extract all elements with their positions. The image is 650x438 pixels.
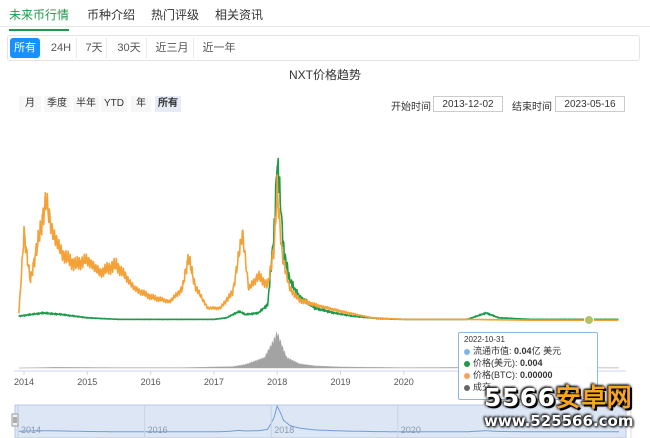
watermark-name: 安卓网 [555, 383, 633, 412]
navigator-tick-label: 2014 [21, 425, 41, 435]
x-tick-label: 2019 [330, 377, 350, 387]
x-tick-label: 2020 [394, 377, 414, 387]
x-tick-label: 2014 [14, 377, 34, 387]
usd-price-series [18, 157, 619, 321]
tooltip-row-usd: 价格(美元): 0.004 [464, 357, 592, 369]
usd-legend-dot [464, 360, 470, 367]
watermark-url: www.525566.com [484, 412, 634, 430]
x-tick-label: 2016 [141, 377, 161, 387]
btc-legend-dot [464, 372, 470, 379]
watermark-logo: 5566安卓网 [484, 378, 644, 414]
tooltip-row-value: 0.04 [514, 346, 532, 356]
x-tick-label: 2015 [77, 377, 97, 387]
navigator-left-handle [11, 413, 19, 427]
btc-price-series [18, 174, 619, 322]
x-tick-label: 2018 [267, 377, 287, 387]
x-tick-label: 2017 [204, 377, 224, 387]
tooltip-row-label: 流通市值: [473, 346, 512, 356]
navigator-tick-label: 2016 [148, 425, 168, 435]
navigator-tick-label: 2020 [401, 425, 421, 435]
navigator-tick-label: 2018 [274, 425, 294, 435]
tooltip-date: 2022-10-31 [464, 335, 505, 344]
marketcap-legend-dot [464, 348, 470, 355]
hover-marker-price [584, 315, 594, 325]
watermark-number: 5566 [484, 383, 556, 412]
tooltip-row-marketcap: 流通市值: 0.04亿 美元 [464, 345, 592, 357]
tooltip-row-unit: 亿 美元 [531, 346, 562, 356]
site-watermark: 5566安卓网 www.525566.com [484, 378, 644, 436]
tooltip-row-value: 0.004 [520, 358, 543, 368]
volume-legend-dot [464, 384, 470, 391]
tooltip-row-label: 价格(美元): [473, 358, 518, 368]
